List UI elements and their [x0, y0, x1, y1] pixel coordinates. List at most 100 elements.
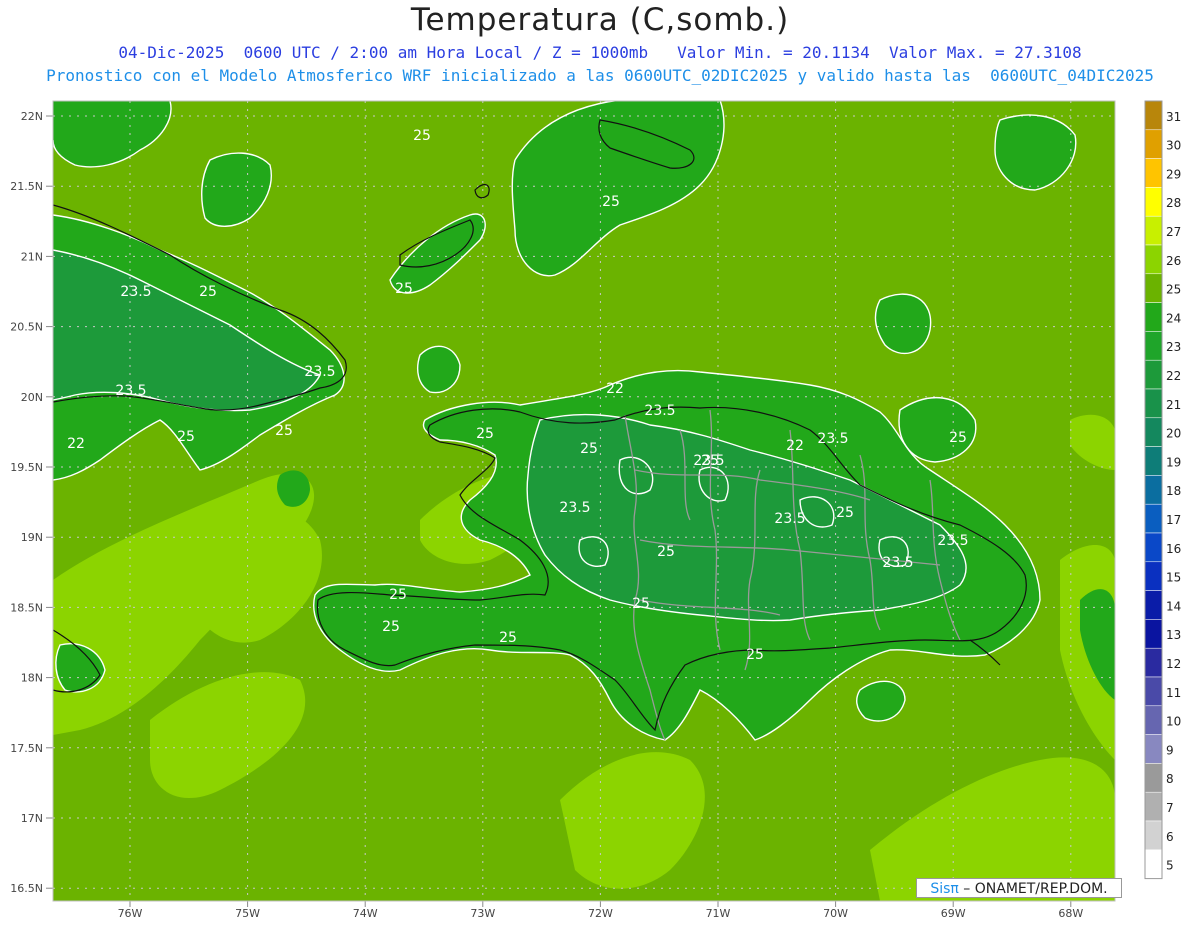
- contour-label: 25: [746, 647, 764, 663]
- lat-tick-label: 21.5N: [10, 180, 43, 193]
- contour-label: 23.5: [937, 533, 968, 549]
- colorbar-label: 28: [1166, 196, 1181, 210]
- colorbar-swatch: [1144, 475, 1163, 505]
- sisπ-logo-text: Sisπ: [930, 881, 959, 897]
- colorbar-swatch: [1144, 100, 1163, 131]
- colorbar-swatch: [1144, 187, 1163, 217]
- lat-tick-label: 21N: [21, 250, 43, 263]
- contour-label: 22: [606, 381, 624, 397]
- colorbar-swatch: [1144, 532, 1163, 563]
- lon-tick-label: 68W: [1058, 907, 1083, 920]
- lon-tick-label: 70W: [823, 907, 848, 920]
- colorbar-label: 21: [1166, 398, 1181, 412]
- contour-label: 23.5: [882, 555, 913, 571]
- colorbar-label: 20: [1166, 427, 1181, 441]
- credit-box: Sisπ – ONAMET/REP.DOM.: [916, 878, 1122, 898]
- colorbar-swatch: [1144, 417, 1163, 447]
- contour-label: 25: [476, 426, 494, 442]
- colorbar-label: 25: [1166, 283, 1181, 297]
- colorbar-swatch: [1144, 820, 1163, 851]
- colorbar-swatch: [1144, 359, 1163, 390]
- latitude-labels: 22N 21.5N 21N 20.5N 20N 19.5N 19N 18.5N 18N 17.5N…: [10, 110, 53, 895]
- colorbar-swatch: [1144, 849, 1163, 879]
- contour-label: 23.5: [115, 383, 146, 399]
- contour-label: 25: [395, 281, 413, 297]
- contour-label: 23.5: [304, 364, 335, 380]
- lat-tick-label: 17N: [21, 812, 43, 825]
- lon-tick-label: 76W: [118, 907, 143, 920]
- lat-tick-label: 22N: [21, 110, 43, 123]
- colorbar-label: 16: [1166, 542, 1181, 556]
- colorbar-swatch: [1144, 705, 1163, 735]
- lat-tick-label: 18.5N: [10, 601, 43, 614]
- longitude-labels: 76W 75W 74W 73W 72W 71W 70W 69W 68W: [118, 901, 1083, 920]
- colorbar-label: 18: [1166, 484, 1181, 498]
- colorbar-label: 10: [1166, 715, 1181, 729]
- colorbar-swatch: [1144, 503, 1163, 534]
- contour-label: 25: [949, 430, 967, 446]
- colorbar-label: 5: [1166, 859, 1174, 873]
- colorbar-swatch: [1144, 763, 1163, 793]
- colorbar-label: 11: [1166, 686, 1181, 700]
- colorbar-label: 22: [1166, 369, 1181, 383]
- colorbar-label: 15: [1166, 571, 1181, 585]
- lat-tick-label: 16.5N: [10, 882, 43, 895]
- colorbar-label: 27: [1166, 225, 1181, 239]
- contour-label: 25: [413, 128, 431, 144]
- lat-tick-label: 19N: [21, 531, 43, 544]
- contour-label: 25: [580, 441, 598, 457]
- lat-tick-label: 20.5N: [10, 321, 43, 334]
- lon-tick-label: 72W: [588, 907, 613, 920]
- contour-label: 23.5: [774, 511, 805, 527]
- colorbar-swatch: [1144, 619, 1163, 649]
- colorbar-label: 26: [1166, 254, 1181, 268]
- lat-tick-label: 18N: [21, 672, 43, 685]
- colorbar-label: 19: [1166, 455, 1181, 469]
- contour-label: 22: [67, 436, 85, 452]
- contour-label: 25: [382, 619, 400, 635]
- lon-tick-label: 69W: [941, 907, 966, 920]
- colorbar-swatch: [1144, 158, 1163, 188]
- contour-label: 23.5: [559, 500, 590, 516]
- colorbar-label: 13: [1166, 628, 1181, 642]
- credit-org: – ONAMET/REP.DOM.: [958, 881, 1108, 897]
- colorbar-swatch: [1144, 273, 1163, 303]
- colorbar: 31 30 29 28 27 26 25 24 23 22 21 20 19 18 17 16 15 14 13 12…: [1144, 100, 1181, 880]
- colorbar-label: 17: [1166, 513, 1181, 527]
- colorbar-label: 14: [1166, 599, 1181, 613]
- colorbar-label: 8: [1166, 772, 1174, 786]
- lon-tick-label: 74W: [353, 907, 378, 920]
- colorbar-swatch: [1144, 561, 1163, 591]
- contour-label: 25: [632, 596, 650, 612]
- colorbar-label: 23: [1166, 340, 1181, 354]
- colorbar-swatch: [1144, 647, 1163, 678]
- colorbar-swatch: [1144, 215, 1163, 246]
- colorbar-swatch: [1144, 388, 1163, 419]
- temperature-map: 25 25 25 23.5 25 23.5 23.5 22 25 25 25 25 23.5 23.5 22…: [10, 99, 1181, 920]
- colorbar-label: 7: [1166, 801, 1174, 815]
- colorbar-label: 31: [1166, 110, 1181, 124]
- lon-tick-label: 73W: [470, 907, 495, 920]
- colorbar-swatch: [1144, 331, 1163, 361]
- contour-label: 25: [499, 630, 517, 646]
- lat-tick-label: 17.5N: [10, 742, 43, 755]
- colorbar-swatch: [1144, 446, 1163, 476]
- lon-tick-label: 75W: [235, 907, 260, 920]
- colorbar-label: 30: [1166, 139, 1181, 153]
- colorbar-label: 12: [1166, 657, 1181, 671]
- lat-tick-label: 19.5N: [10, 461, 43, 474]
- lon-tick-label: 71W: [706, 907, 731, 920]
- contour-label: 23.5: [644, 403, 675, 419]
- contour-label: 23.5: [120, 284, 151, 300]
- colorbar-label: 9: [1166, 743, 1174, 757]
- contour-label: 25: [275, 423, 293, 439]
- lat-tick-label: 20N: [21, 391, 43, 404]
- colorbar-label: 29: [1166, 167, 1181, 181]
- contour-label: 25: [602, 194, 620, 210]
- contour-label: 23.5: [817, 431, 848, 447]
- contour-label: 25: [177, 429, 195, 445]
- contour-label: 25: [199, 284, 217, 300]
- colorbar-swatch: [1144, 244, 1163, 275]
- colorbar-swatch: [1144, 676, 1163, 707]
- contour-label: 25: [701, 453, 719, 469]
